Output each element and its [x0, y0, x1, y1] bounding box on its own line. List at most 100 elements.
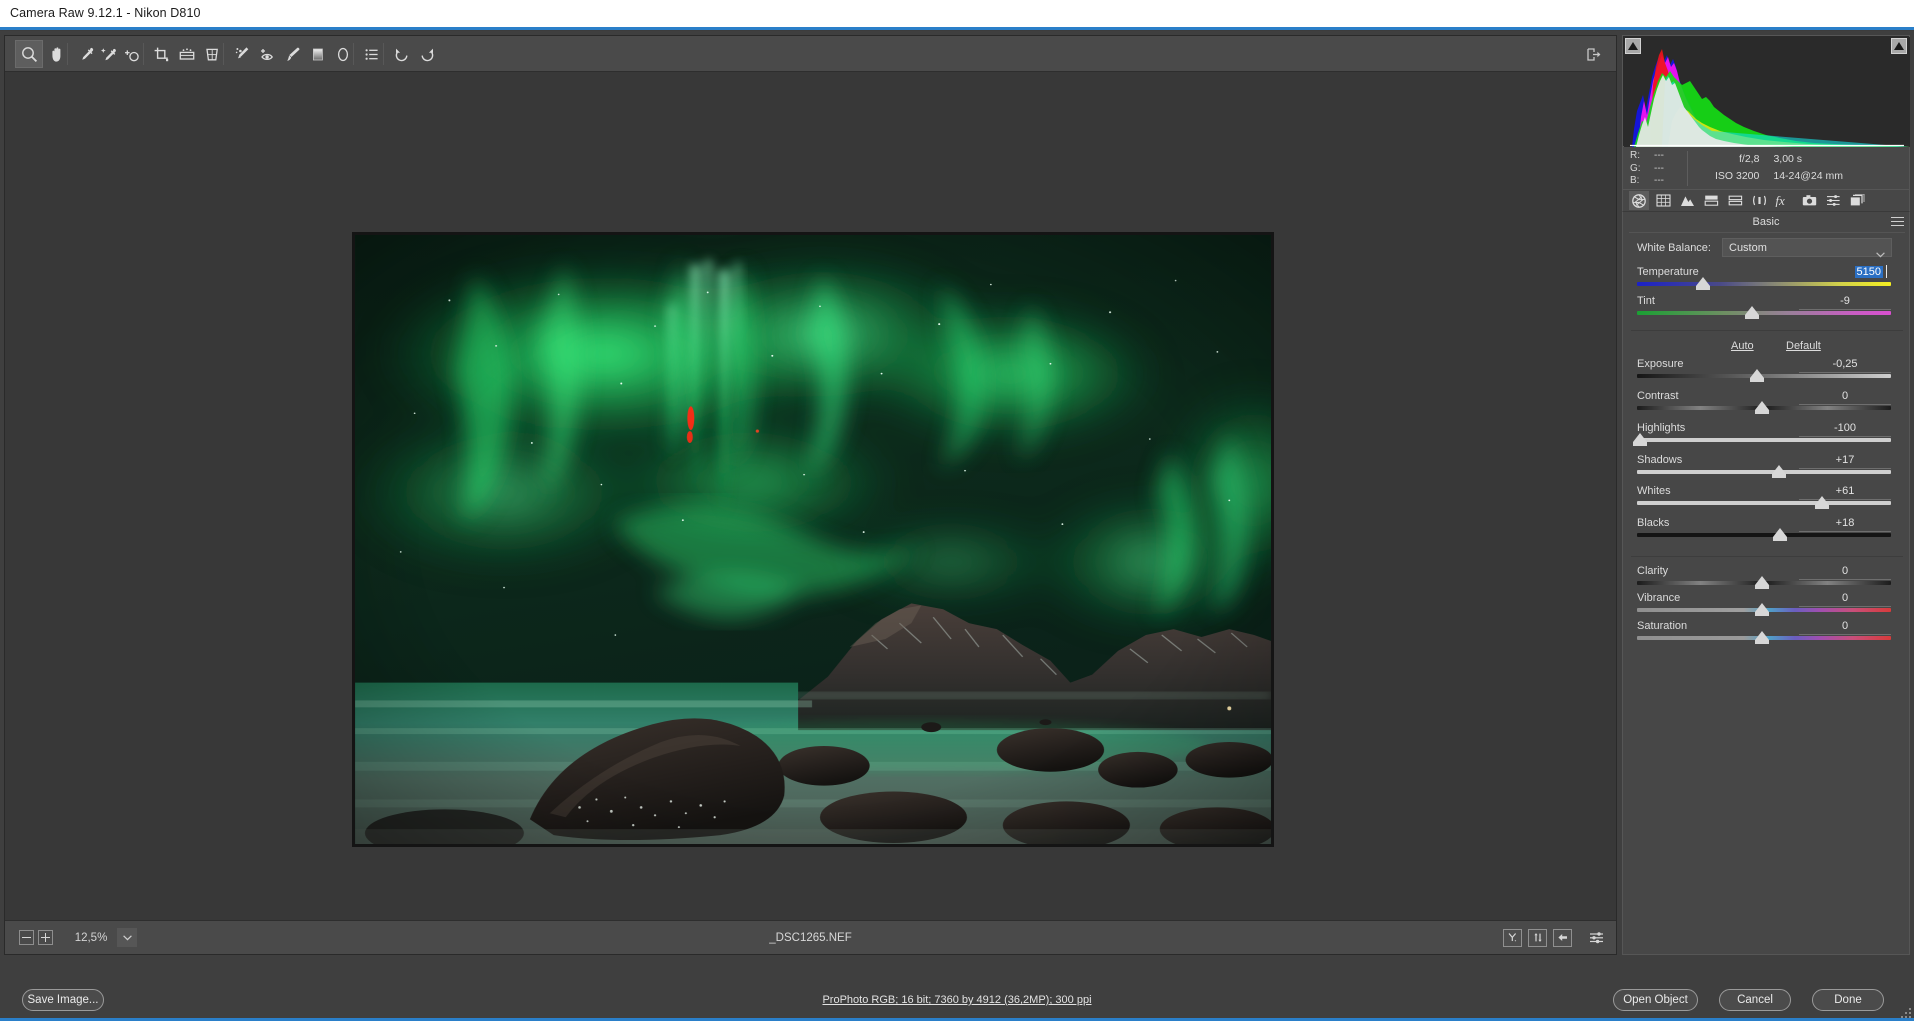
graduated-filter-tool[interactable] [304, 40, 332, 68]
zoom-in-button[interactable] [38, 930, 53, 945]
spot-removal-tool[interactable] [229, 40, 257, 68]
eyedropper-icon [81, 47, 93, 60]
slider-value[interactable]: -100 [1793, 422, 1897, 434]
slider-highlights[interactable]: Highlights -100 [1623, 422, 1911, 448]
done-button[interactable]: Done [1812, 989, 1884, 1011]
b-value: --- [1654, 175, 1664, 186]
workflow-options-button[interactable] [1586, 929, 1606, 947]
straighten-tool[interactable] [173, 40, 201, 68]
tab-presets[interactable] [1823, 191, 1843, 210]
cancel-button[interactable]: Cancel [1719, 989, 1791, 1011]
slider-value[interactable]: -0,25 [1793, 358, 1897, 370]
tab-camera-calibration[interactable] [1799, 191, 1819, 210]
tone-curve-icon [1655, 194, 1671, 207]
r-value: --- [1654, 150, 1664, 161]
slider-track[interactable] [1637, 501, 1891, 505]
highlight-clipping-warning[interactable] [1891, 38, 1907, 54]
slider-track[interactable] [1637, 374, 1891, 378]
shadow-clipping-warning[interactable] [1625, 38, 1641, 54]
slider-saturation[interactable]: Saturation 0 [1623, 620, 1911, 646]
split-toning-icon [1728, 195, 1742, 206]
rotate-cw-tool[interactable] [413, 40, 441, 68]
slider-label: Saturation [1637, 620, 1688, 632]
crop-tool[interactable] [148, 40, 176, 68]
slider-value[interactable]: +18 [1793, 517, 1897, 529]
slider-value[interactable]: 0 [1793, 592, 1897, 604]
red-eye-removal-tool[interactable] [254, 40, 282, 68]
slider-handle[interactable] [1772, 465, 1786, 478]
filmstrip-toggle-button[interactable] [1580, 40, 1608, 68]
adjustment-brush-tool[interactable] [279, 40, 307, 68]
tab-tone-curve[interactable] [1653, 191, 1673, 210]
open-object-button[interactable]: Open Object [1613, 989, 1698, 1011]
targeted-adjustment-tool[interactable] [118, 40, 146, 68]
slider-handle[interactable] [1755, 603, 1769, 616]
panel-header: Basic [1623, 212, 1909, 232]
slider-track[interactable] [1637, 438, 1891, 442]
slider-handle[interactable] [1750, 369, 1764, 382]
previous-view-button[interactable] [1553, 928, 1572, 947]
zoom-tool[interactable] [15, 40, 43, 68]
slider-handle[interactable] [1773, 528, 1787, 541]
aperture-value: f/2,8 [1739, 153, 1760, 165]
zoom-level-dropdown[interactable] [117, 928, 137, 947]
panel-menu-icon[interactable] [1891, 217, 1904, 229]
slider-value[interactable]: 0 [1793, 565, 1897, 577]
slider-track[interactable] [1637, 533, 1891, 537]
slider-value[interactable]: 0 [1793, 390, 1897, 402]
tab-lens-corrections[interactable] [1749, 191, 1769, 210]
transform-tool[interactable] [198, 40, 226, 68]
slider-handle[interactable] [1755, 576, 1769, 589]
slider-track[interactable] [1637, 311, 1891, 315]
image-workspace: 12,5% _DSC1265.NEF [4, 35, 1617, 955]
tab-hsl-grayscale[interactable] [1701, 191, 1721, 210]
slider-label: Temperature [1637, 266, 1699, 278]
tab-basic[interactable] [1629, 191, 1649, 210]
spot-removal-icon [235, 46, 249, 58]
slider-vibrance[interactable]: Vibrance 0 [1623, 592, 1911, 618]
white-balance-select[interactable]: Custom [1722, 238, 1892, 258]
slider-shadows[interactable]: Shadows +17 [1623, 454, 1911, 480]
slider-value[interactable]: -9 [1793, 295, 1897, 307]
slider-handle[interactable] [1633, 433, 1647, 446]
slider-handle[interactable] [1696, 277, 1710, 290]
slider-tint[interactable]: Tint -9 [1623, 295, 1911, 321]
slider-handle[interactable] [1755, 401, 1769, 414]
tab-effects[interactable]: fx [1773, 191, 1793, 210]
slider-clarity[interactable]: Clarity 0 [1623, 565, 1911, 591]
slider-value[interactable]: +17 [1793, 454, 1897, 466]
slider-temperature[interactable]: Temperature 5150 [1623, 265, 1911, 292]
default-link[interactable]: Default [1786, 340, 1821, 352]
slider-label: Shadows [1637, 454, 1683, 466]
tab-snapshots[interactable] [1847, 191, 1867, 210]
toggle-proof-colors-button[interactable] [1503, 928, 1522, 947]
slider-handle[interactable] [1815, 496, 1829, 509]
slider-value[interactable]: 5150 [1854, 266, 1883, 278]
zoom-out-button[interactable] [19, 930, 34, 945]
slider-track[interactable] [1637, 470, 1891, 474]
transform-icon [206, 48, 218, 60]
histogram[interactable] [1622, 35, 1910, 147]
slider-handle[interactable] [1745, 306, 1759, 319]
slider-track[interactable] [1637, 282, 1891, 286]
slider-value[interactable]: 0 [1793, 620, 1897, 632]
image-canvas[interactable] [5, 72, 1616, 920]
rotate-ccw-tool[interactable] [388, 40, 416, 68]
slider-whites[interactable]: Whites +61 [1623, 485, 1911, 511]
sync-settings-button[interactable] [1528, 928, 1547, 947]
tab-detail[interactable] [1677, 191, 1697, 210]
tab-split-toning[interactable] [1725, 191, 1745, 210]
slider-value[interactable]: +61 [1793, 485, 1897, 497]
auto-link[interactable]: Auto [1731, 340, 1754, 352]
slider-label: Vibrance [1637, 592, 1681, 604]
slider-exposure[interactable]: Exposure -0,25 [1623, 358, 1911, 384]
slider-contrast[interactable]: Contrast 0 [1623, 390, 1911, 416]
rotate-ccw-icon [395, 48, 408, 61]
slider-blacks[interactable]: Blacks +18 [1623, 517, 1911, 543]
slider-label: Blacks [1637, 517, 1670, 529]
slider-label: Contrast [1637, 390, 1679, 402]
preferences-tool[interactable] [358, 40, 386, 68]
slider-handle[interactable] [1755, 631, 1769, 644]
image-preview-frame[interactable] [352, 232, 1274, 847]
window-resize-grip[interactable] [1901, 1008, 1911, 1018]
